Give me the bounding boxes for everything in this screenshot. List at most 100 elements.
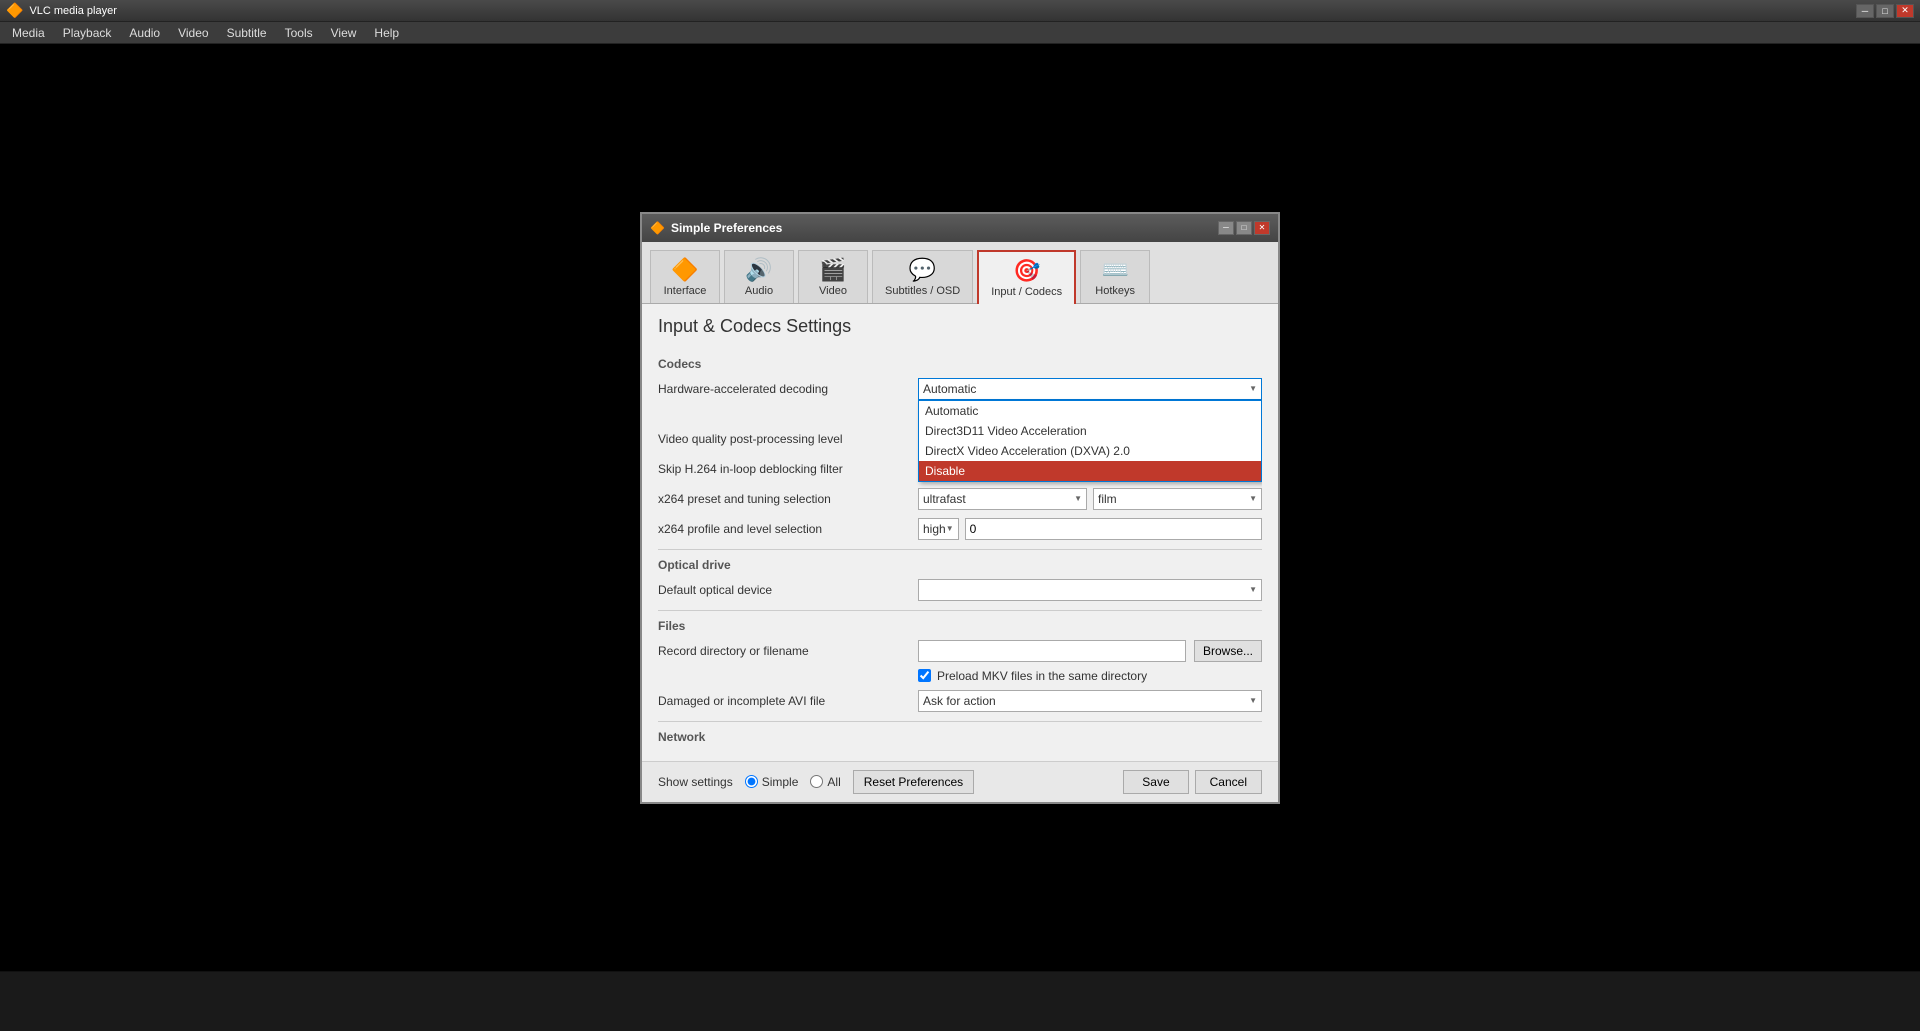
hwaccel-dropdown-arrow: ▼ <box>1249 384 1257 393</box>
vlc-main-window: 🔶 VLC media player ─ □ ✕ Media Playback … <box>0 0 1920 1031</box>
title-bar-left: 🔶 VLC media player <box>6 2 117 19</box>
close-button[interactable]: ✕ <box>1896 4 1914 18</box>
damaged-avi-arrow: ▼ <box>1249 696 1257 705</box>
hwaccel-control: Automatic ▼ Automatic Direct3D11 Video A… <box>918 378 1262 400</box>
x264-level-input[interactable] <box>965 518 1262 540</box>
tab-interface[interactable]: 🔶 Interface <box>650 250 720 303</box>
dialog-title-bar: 🔶 Simple Preferences ─ □ ✕ <box>642 214 1278 242</box>
radio-simple: Simple <box>745 775 799 789</box>
x264-profile-row: x264 profile and level selection high ▼ <box>658 517 1262 541</box>
preload-mkv-checkbox[interactable] <box>918 669 931 682</box>
title-bar: 🔶 VLC media player ─ □ ✕ <box>0 0 1920 22</box>
show-settings-label: Show settings <box>658 775 733 789</box>
tab-video[interactable]: 🎬 Video <box>798 250 868 303</box>
codecs-section-header: Codecs <box>658 357 1262 371</box>
damaged-avi-dropdown[interactable]: Ask for action ▼ <box>918 690 1262 712</box>
hotkeys-icon: ⌨️ <box>1101 257 1128 283</box>
record-dir-input[interactable] <box>918 640 1186 662</box>
menu-audio[interactable]: Audio <box>121 24 168 42</box>
dialog-footer: Show settings Simple All Reset Preferenc… <box>642 761 1278 802</box>
separator-2 <box>658 610 1262 611</box>
x264-profile-control: high ▼ <box>918 518 1262 540</box>
tab-hotkeys-label: Hotkeys <box>1095 285 1135 297</box>
hwaccel-option-d3d11[interactable]: Direct3D11 Video Acceleration <box>919 421 1261 441</box>
dialog-maximize-button[interactable]: □ <box>1236 221 1252 235</box>
preload-mkv-label: Preload MKV files in the same directory <box>937 669 1147 683</box>
menu-video[interactable]: Video <box>170 24 216 42</box>
hwaccel-dropdown[interactable]: Automatic ▼ <box>918 378 1262 400</box>
x264-preset-arrow1: ▼ <box>1074 494 1082 503</box>
hwaccel-option-dxva[interactable]: DirectX Video Acceleration (DXVA) 2.0 <box>919 441 1261 461</box>
x264-preset-val1: ultrafast <box>923 492 966 506</box>
x264-preset-controls: ultrafast ▼ film ▼ <box>918 488 1262 510</box>
x264-profile-arrow: ▼ <box>946 524 954 533</box>
damaged-avi-label: Damaged or incomplete AVI file <box>658 694 918 708</box>
vlc-icon: 🔶 <box>6 2 23 19</box>
hwaccel-dropdown-list: Automatic Direct3D11 Video Acceleration … <box>918 400 1262 482</box>
tab-interface-label: Interface <box>664 285 707 297</box>
optical-device-dropdown[interactable]: ▼ <box>918 579 1262 601</box>
tab-subtitles[interactable]: 💬 Subtitles / OSD <box>872 250 973 303</box>
x264-preset-control: ultrafast ▼ film ▼ <box>918 488 1262 510</box>
dialog-body: Input & Codecs Settings Codecs Hardware-… <box>642 304 1278 761</box>
save-button[interactable]: Save <box>1123 770 1188 794</box>
x264-preset-val2: film <box>1098 492 1117 506</box>
menu-bar: Media Playback Audio Video Subtitle Tool… <box>0 22 1920 44</box>
hwaccel-label: Hardware-accelerated decoding <box>658 382 918 396</box>
menu-tools[interactable]: Tools <box>277 24 321 42</box>
cancel-button[interactable]: Cancel <box>1195 770 1262 794</box>
record-dir-row: Record directory or filename Browse... <box>658 639 1262 663</box>
radio-simple-input[interactable] <box>745 775 758 788</box>
x264-preset-arrow2: ▼ <box>1249 494 1257 503</box>
audio-icon: 🔊 <box>745 257 772 283</box>
menu-subtitle[interactable]: Subtitle <box>219 24 275 42</box>
x264-profile-val: high <box>923 522 946 536</box>
dialog-close-button[interactable]: ✕ <box>1254 221 1270 235</box>
x264-preset-dropdown2[interactable]: film ▼ <box>1093 488 1262 510</box>
hwaccel-selected-value: Automatic <box>923 382 976 396</box>
hwaccel-option-disable[interactable]: Disable <box>919 461 1261 481</box>
radio-all-input[interactable] <box>810 775 823 788</box>
record-dir-control: Browse... <box>918 640 1262 662</box>
settings-scroll-area[interactable]: Codecs Hardware-accelerated decoding Aut… <box>658 349 1262 749</box>
tab-audio-label: Audio <box>745 285 773 297</box>
menu-media[interactable]: Media <box>4 24 53 42</box>
tab-subtitles-label: Subtitles / OSD <box>885 285 960 297</box>
x264-profile-dropdown[interactable]: high ▼ <box>918 518 959 540</box>
radio-simple-label: Simple <box>762 775 799 789</box>
page-title: Input & Codecs Settings <box>658 316 1262 337</box>
tab-bar: 🔶 Interface 🔊 Audio 🎬 Video 💬 Subtitles … <box>642 242 1278 304</box>
subtitles-icon: 💬 <box>909 257 936 283</box>
optical-device-row: Default optical device ▼ <box>658 578 1262 602</box>
x264-preset-dropdown1[interactable]: ultrafast ▼ <box>918 488 1087 510</box>
hwaccel-option-automatic[interactable]: Automatic <box>919 401 1261 421</box>
menu-help[interactable]: Help <box>366 24 407 42</box>
radio-all: All <box>810 775 840 789</box>
reset-preferences-button[interactable]: Reset Preferences <box>853 770 974 794</box>
tab-hotkeys[interactable]: ⌨️ Hotkeys <box>1080 250 1150 303</box>
dialog-minimize-button[interactable]: ─ <box>1218 221 1234 235</box>
browse-button[interactable]: Browse... <box>1194 640 1262 662</box>
hwaccel-row: Hardware-accelerated decoding Automatic … <box>658 377 1262 401</box>
x264-preset-row: x264 preset and tuning selection ultrafa… <box>658 487 1262 511</box>
optical-section-header: Optical drive <box>658 558 1262 572</box>
files-section-header: Files <box>658 619 1262 633</box>
separator-3 <box>658 721 1262 722</box>
tab-input-codecs[interactable]: 🎯 Input / Codecs <box>977 250 1076 304</box>
dialog-vlc-icon: 🔶 <box>650 221 665 235</box>
app-title: VLC media player <box>29 5 116 17</box>
title-bar-controls: ─ □ ✕ <box>1856 4 1914 18</box>
radio-group: Simple All <box>745 775 841 789</box>
x264-preset-label: x264 preset and tuning selection <box>658 492 918 506</box>
menu-view[interactable]: View <box>323 24 365 42</box>
x264-profile-controls: high ▼ <box>918 518 1262 540</box>
minimize-button[interactable]: ─ <box>1856 4 1874 18</box>
optical-device-arrow: ▼ <box>1249 585 1257 594</box>
maximize-button[interactable]: □ <box>1876 4 1894 18</box>
tab-audio[interactable]: 🔊 Audio <box>724 250 794 303</box>
menu-playback[interactable]: Playback <box>55 24 120 42</box>
interface-icon: 🔶 <box>671 257 698 283</box>
input-codecs-icon: 🎯 <box>1013 258 1040 284</box>
video-quality-label: Video quality post-processing level <box>658 432 918 446</box>
skip-h264-label: Skip H.264 in-loop deblocking filter <box>658 462 918 476</box>
